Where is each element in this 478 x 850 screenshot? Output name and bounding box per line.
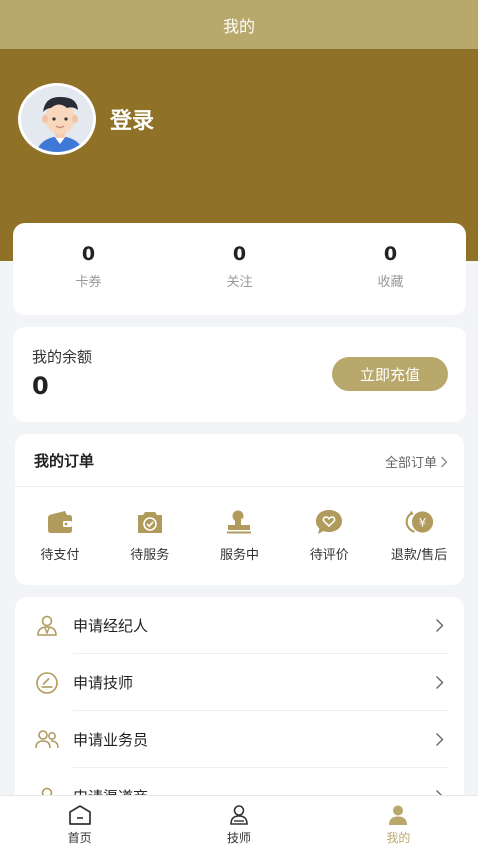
- chevron-right-icon: [436, 676, 444, 689]
- tab-label: 首页: [67, 831, 92, 845]
- salesperson-icon: [34, 727, 60, 753]
- tab-label: 我的: [386, 831, 411, 845]
- technician-icon: [34, 670, 60, 696]
- order-status-label: 待评价: [309, 548, 349, 563]
- menu-item-apply-salesperson[interactable]: 申请业务员: [15, 711, 464, 768]
- order-status-label: 待支付: [40, 548, 80, 563]
- orders-card: 我的订单 全部订单 待支付 待服务 服务中 待评价 ¥ 退款/售后: [15, 434, 464, 585]
- orders-title: 我的订单: [34, 452, 95, 470]
- menu-item-label: 申请技师: [73, 674, 134, 692]
- stat-label: 卡券: [75, 275, 102, 290]
- heart-bubble-icon: [314, 507, 344, 537]
- stat-following[interactable]: 0 关注: [164, 223, 315, 315]
- tab-profile[interactable]: 我的: [319, 796, 478, 850]
- stats-card: 0 卡券 0 关注 0 收藏: [13, 223, 466, 315]
- stat-label: 收藏: [377, 275, 404, 290]
- camera-check-icon: [135, 507, 165, 537]
- divider: [15, 486, 464, 487]
- stat-label: 关注: [226, 275, 253, 290]
- tab-label: 技师: [226, 831, 251, 845]
- home-icon: [68, 805, 91, 825]
- menu-item-label: 申请业务员: [73, 731, 149, 749]
- chevron-right-icon: [441, 456, 448, 467]
- balance-label: 我的余额: [32, 348, 93, 366]
- top-bar: 我的: [0, 0, 478, 49]
- order-status-label: 退款/售后: [390, 548, 448, 563]
- stat-favorites[interactable]: 0 收藏: [315, 223, 466, 315]
- order-pending-review[interactable]: 待评价: [284, 507, 374, 563]
- profile-icon: [389, 805, 408, 825]
- chevron-right-icon: [436, 619, 444, 632]
- balance-value: 0: [32, 372, 49, 400]
- wallet-icon: [45, 507, 75, 537]
- all-orders-link[interactable]: 全部订单: [385, 452, 448, 471]
- order-status-row: 待支付 待服务 服务中 待评价 ¥ 退款/售后: [15, 507, 464, 563]
- order-status-label: 服务中: [219, 548, 259, 563]
- bottom-tab-bar: 首页 技师 我的: [0, 795, 478, 850]
- technician-tab-icon: [230, 805, 248, 825]
- agent-icon: [34, 613, 60, 639]
- recharge-button[interactable]: 立即充值: [332, 357, 448, 391]
- order-pending-payment[interactable]: 待支付: [15, 507, 105, 563]
- all-orders-label: 全部订单: [384, 456, 437, 471]
- menu-item-label: 申请经纪人: [73, 617, 149, 635]
- stat-value: 0: [383, 243, 398, 265]
- yen-refund-icon: ¥: [404, 507, 434, 537]
- login-link[interactable]: 登录: [110, 103, 154, 135]
- stamp-icon: [224, 507, 254, 537]
- avatar[interactable]: [18, 83, 96, 155]
- order-in-service[interactable]: 服务中: [195, 507, 285, 563]
- svg-text:¥: ¥: [419, 515, 426, 529]
- page-title: 我的: [222, 16, 255, 36]
- menu-item-apply-technician[interactable]: 申请技师: [15, 654, 464, 711]
- order-pending-service[interactable]: 待服务: [105, 507, 195, 563]
- chevron-right-icon: [436, 733, 444, 746]
- application-menu: 申请经纪人 申请技师 申请业务员: [15, 597, 464, 807]
- stat-value: 0: [232, 243, 247, 265]
- stat-value: 0: [81, 243, 96, 265]
- order-refund[interactable]: ¥ 退款/售后: [374, 507, 464, 563]
- tab-home[interactable]: 首页: [0, 796, 159, 850]
- balance-card: 我的余额 0 立即充值: [13, 327, 466, 422]
- menu-item-apply-agent[interactable]: 申请经纪人: [15, 597, 464, 654]
- tab-technician[interactable]: 技师: [159, 796, 318, 850]
- order-status-label: 待服务: [130, 548, 170, 563]
- stat-coupons[interactable]: 0 卡券: [13, 223, 164, 315]
